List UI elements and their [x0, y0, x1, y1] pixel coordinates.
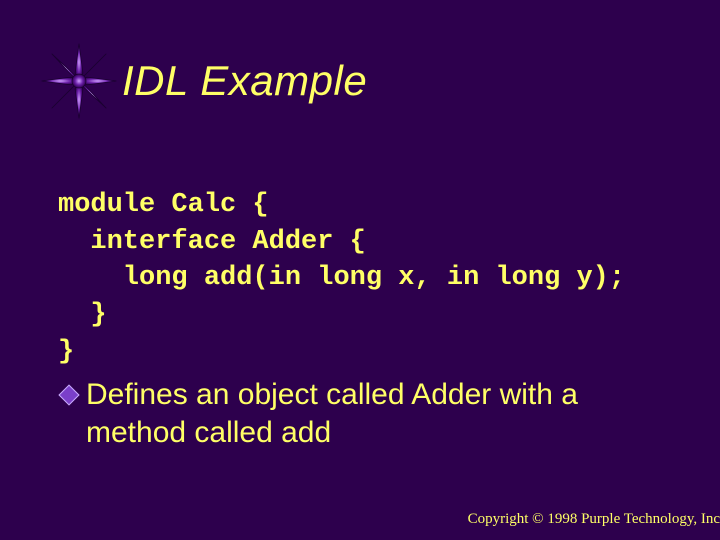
slide: IDL Example module Calc { interface Adde… [0, 0, 720, 540]
diamond-bullet-icon [58, 384, 80, 406]
slide-title: IDL Example [122, 57, 367, 105]
bullet-text: Defines an object called Adder with a me… [86, 376, 680, 451]
copyright-footer: Copyright © 1998 Purple Technology, Inc [468, 511, 720, 528]
bullet-item: Defines an object called Adder with a me… [58, 376, 680, 451]
title-row: IDL Example [40, 42, 367, 120]
code-block: module Calc { interface Adder { long add… [58, 187, 690, 371]
starburst-icon [40, 42, 118, 120]
